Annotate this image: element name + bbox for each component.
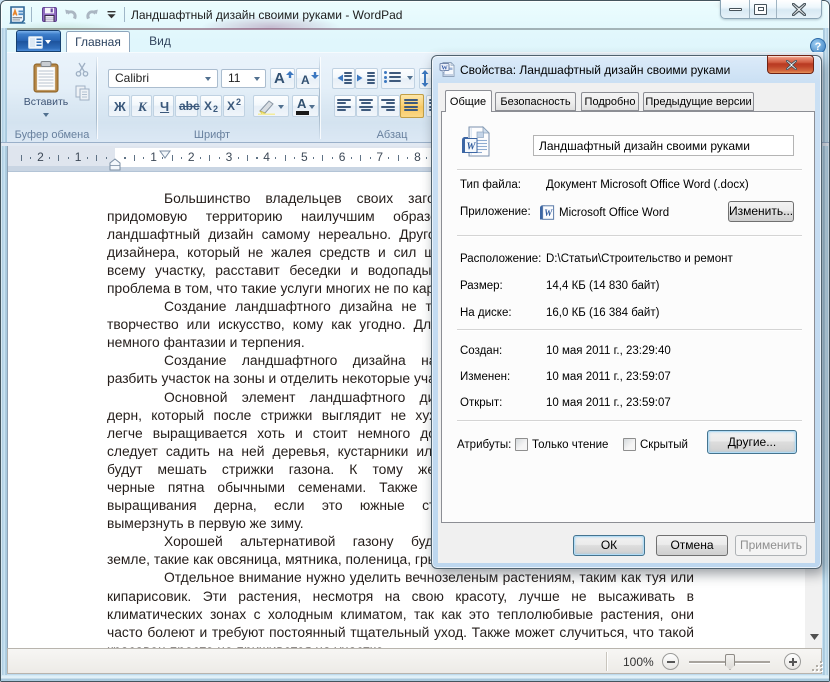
svg-text:W: W [544,208,553,218]
svg-text:W: W [467,142,477,153]
